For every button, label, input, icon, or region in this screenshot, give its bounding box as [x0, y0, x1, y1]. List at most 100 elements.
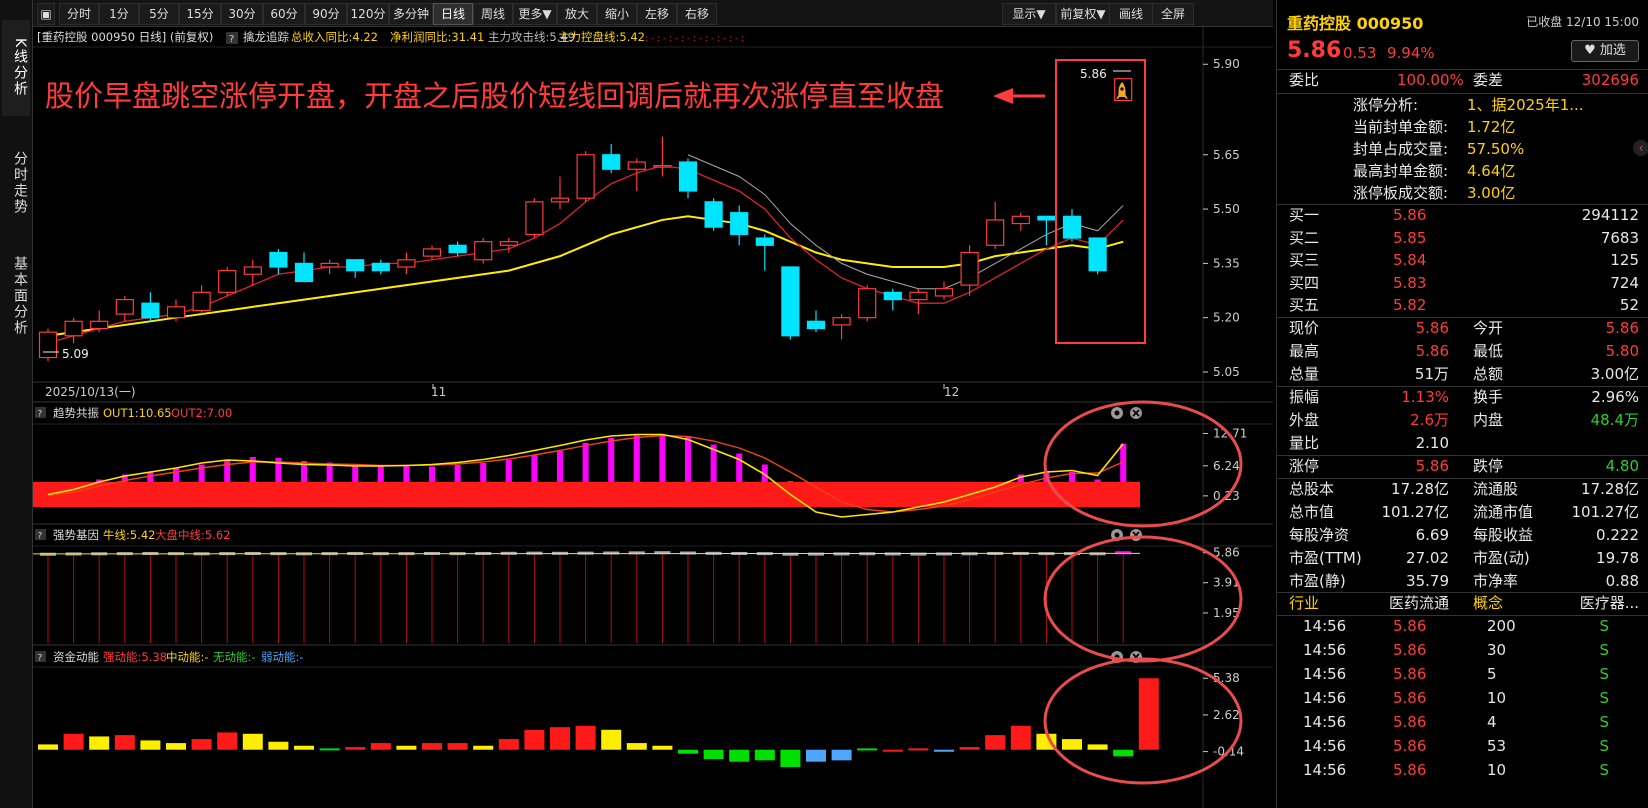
price-change: 0.53 — [1343, 44, 1377, 62]
panel1-bar — [685, 437, 691, 482]
add-watchlist-button[interactable]: ♥ 加选 — [1571, 40, 1639, 62]
panel3-bar — [985, 735, 1006, 750]
panel2-s1: 牛线:5.42 — [103, 528, 155, 542]
bid-row[interactable]: 买四 5.83 724 — [1277, 272, 1648, 295]
bid-row[interactable]: 买一 5.86 294112 — [1277, 204, 1648, 227]
candle-body — [550, 197, 570, 203]
tick-row: 14:56 5.86 10 S — [1303, 761, 1609, 779]
tick-row: 14:56 5.86 30 S — [1303, 641, 1609, 659]
bid-row[interactable]: 买五 5.82 52 — [1277, 294, 1648, 317]
panel1-bar — [173, 468, 179, 482]
date-label-start: 2025/10/13(一) — [45, 385, 136, 399]
panel3-bar — [550, 727, 570, 750]
candle-body — [1011, 215, 1030, 225]
toolbar-item-11[interactable]: 更多▼ — [513, 3, 557, 25]
toolbar-right-item-3[interactable]: 全屏 — [1152, 3, 1194, 25]
toolbar-item-10[interactable]: 周线 — [473, 3, 513, 25]
add-watchlist-label: 加选 — [1599, 43, 1626, 58]
stat-row: 最高 5.86 最低 5.80 — [1289, 342, 1639, 360]
panel1-axis-label: 6.24 — [1213, 459, 1240, 473]
panel3-bar — [319, 748, 340, 751]
toolbar-item-7[interactable]: 120分 — [347, 3, 389, 25]
candle-body — [602, 154, 621, 170]
stat-row: 量比 2.10 — [1289, 434, 1449, 452]
toolbar-item-6[interactable]: 90分 — [305, 3, 347, 25]
toolbar-item-12[interactable]: 放大 — [557, 3, 597, 25]
panel3-bar — [780, 749, 801, 767]
candle-body — [755, 237, 774, 246]
date-label-dec: 12 — [944, 385, 959, 399]
bid-row[interactable]: 买二 5.85 7683 — [1277, 227, 1648, 250]
panel3-bar — [114, 735, 135, 750]
candle-body — [474, 241, 493, 261]
candle-body — [269, 251, 288, 268]
tab-fundamentals[interactable]: 基本面分析 — [2, 246, 30, 346]
indicator-field-2: 净利润同比:31.41 — [390, 30, 484, 44]
panel3-bar — [294, 745, 314, 750]
toolbar-right-item-0[interactable]: 显示▼ — [1002, 3, 1056, 25]
toolbar-right-item-2[interactable]: 画线 — [1109, 3, 1153, 25]
panel1-bar — [557, 451, 563, 482]
panel3-bar — [268, 741, 289, 750]
indicator-dots: : - : - : - : - : - : - : - : - : — [645, 34, 744, 44]
panel3-axis-label: 5.38 — [1213, 671, 1240, 685]
toolbar-item-9[interactable]: 日线 — [433, 3, 473, 25]
stat-row: 市盈(TTM) 27.02 市盈(动) 19.78 — [1289, 549, 1639, 567]
panel3-bar — [473, 745, 494, 750]
candle-body — [1062, 215, 1082, 239]
bid-row[interactable]: 买三 5.84 125 — [1277, 249, 1648, 272]
panel1-bar — [582, 443, 589, 482]
toolbar-item-4[interactable]: 30分 — [221, 3, 263, 25]
heart-icon: ♥ — [1584, 43, 1596, 58]
toolbar-item-3[interactable]: 15分 — [179, 3, 221, 25]
grid-icon[interactable]: ▣ — [37, 3, 55, 25]
toolbar-item-0[interactable]: 分时 — [59, 3, 99, 25]
candle-body — [960, 251, 979, 286]
candle-body — [627, 161, 646, 170]
svg-text:?: ? — [38, 410, 43, 420]
panel3-bar — [524, 729, 545, 750]
industry-link[interactable]: 医药流通 — [1389, 592, 1449, 615]
toolbar-item-15[interactable]: 右移 — [677, 3, 717, 25]
gear-icon[interactable] — [1111, 407, 1123, 419]
toolbar-item-1[interactable]: 1分 — [99, 3, 139, 25]
toolbar: ▣ 分时 1分 5分 15分 30分 60分 90分 120分 多分钟 日线 周线 更多▼ 放大 缩小 左移右… — [33, 0, 1273, 27]
panel1-bar — [736, 453, 743, 482]
panel3-bar — [447, 743, 468, 750]
panel3-name: 资金动能 — [53, 650, 99, 664]
indicator-name: 擒龙追踪 — [243, 30, 289, 44]
toolbar-item-8[interactable]: 多分钟 — [389, 3, 433, 25]
concept-link[interactable]: 医疗器... — [1580, 592, 1639, 615]
tab-kline-analysis[interactable]: K线分析 — [2, 20, 30, 116]
panel1-bar — [505, 460, 512, 482]
close-icon[interactable] — [1130, 407, 1142, 419]
panel3-bar — [754, 749, 775, 761]
candle-body — [1037, 215, 1056, 221]
candle-body — [883, 291, 902, 301]
svg-text:?: ? — [38, 532, 43, 542]
panel3-bar — [370, 743, 391, 750]
toolbar-item-14[interactable]: 左移 — [637, 3, 677, 25]
candle-body — [986, 219, 1005, 246]
indicator-field-1: 总收入同比:4.22 — [291, 30, 378, 44]
zt-row: 当前封单金额: 1.72亿 — [1353, 118, 1516, 136]
candle-body — [294, 262, 314, 283]
panel3-bar — [678, 749, 698, 754]
candle-body — [192, 291, 211, 312]
panel1-band — [33, 482, 1140, 507]
panel1-out1: OUT1:10.65 — [103, 406, 172, 420]
toolbar-item-13[interactable]: 缩小 — [597, 3, 637, 25]
panel3-bar — [166, 743, 186, 750]
close-icon[interactable] — [1130, 529, 1142, 541]
price-axis-label: 5.90 — [1213, 57, 1240, 71]
toolbar-item-5[interactable]: 60分 — [263, 3, 305, 25]
panel3-bar — [882, 749, 903, 752]
chart-area: [重药控股 000950 日线] (前复权) ? 擒龙追踪 总收入同比:4.22… — [33, 27, 1273, 808]
collapse-icon[interactable]: ‹ — [1633, 140, 1648, 156]
panel3-bar — [1010, 725, 1031, 750]
toolbar-right-item-1[interactable]: 前复权▼ — [1056, 3, 1110, 25]
toolbar-item-2[interactable]: 5分 — [139, 3, 179, 25]
candle-body — [1088, 237, 1107, 272]
tick-row: 14:56 5.86 5 S — [1303, 665, 1609, 683]
tab-intraday[interactable]: 分时走势 — [2, 140, 30, 226]
